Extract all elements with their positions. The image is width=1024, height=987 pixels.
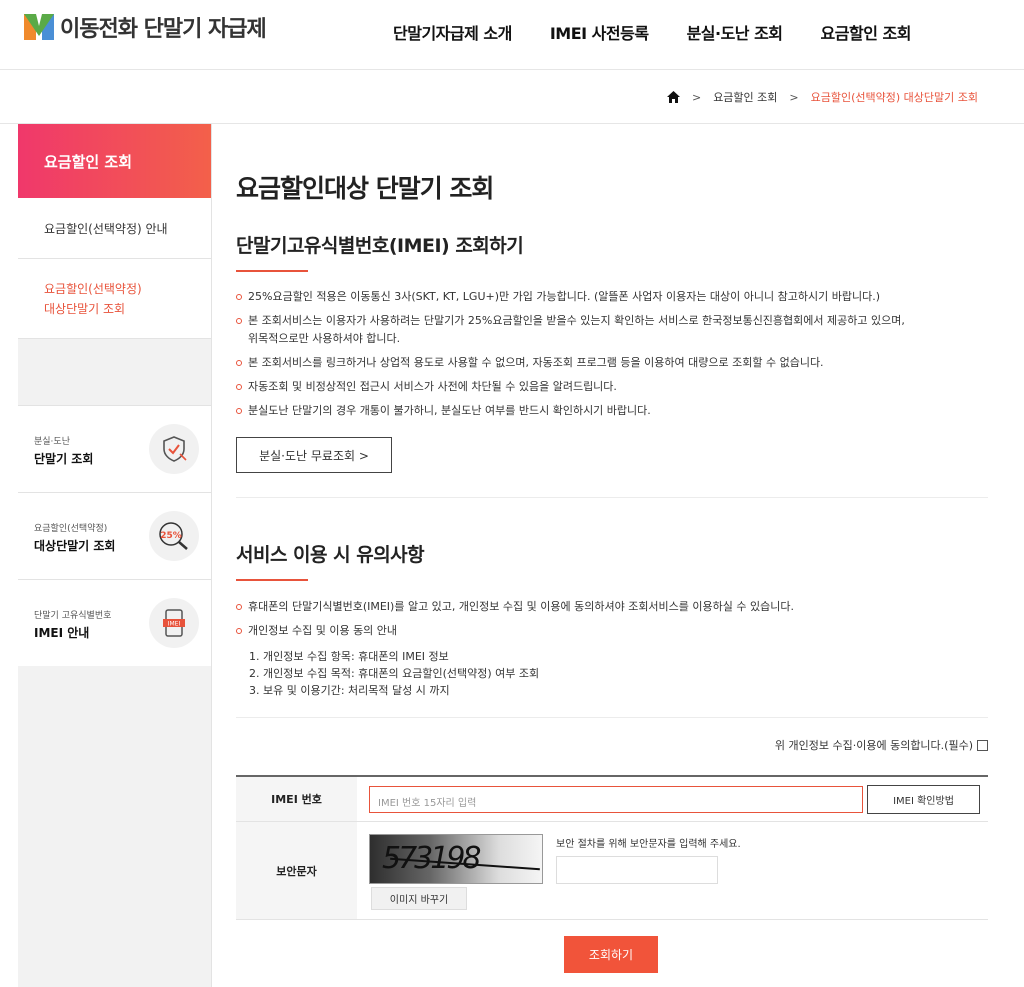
- divider: [236, 717, 988, 718]
- list-item-text: 위목적으로만 사용하셔야 합니다.: [248, 332, 401, 345]
- sidebar: 요금할인 조회 요금할인(선택약정) 안내 요금할인(선택약정) 대상단말기 조…: [18, 124, 212, 987]
- breadcrumb-separator: >: [789, 90, 799, 104]
- submit-button[interactable]: 조회하기: [564, 936, 658, 973]
- quick-link-imei-guide[interactable]: 단말기 고유식별번호 IMEI 안내 IMEI: [18, 579, 211, 666]
- sidebar-item-label: 요금할인(선택약정): [44, 282, 142, 296]
- privacy-agree[interactable]: 위 개인정보 수집·이용에 동의합니다.(필수): [775, 737, 988, 753]
- imei-lookup-form: IMEI 번호 IMEI 번호 15자리 입력 IMEI 확인방법 보안문자 5…: [236, 775, 988, 920]
- section-title-notice: 서비스 이용 시 유의사항: [236, 544, 425, 566]
- list-item: 자동조회 및 비정상적인 접근시 서비스가 사전에 차단될 수 있음을 알려드립…: [236, 378, 988, 396]
- form-row-captcha: 보안문자 573198 이미지 바꾸기 보안 절차를 위해 보안문자를 입력해 …: [236, 822, 988, 920]
- site-header: 이동전화 단말기 자급제 단말기자급제 소개 IMEI 사전등록 분실·도난 조…: [0, 0, 1024, 70]
- privacy-list: 1. 개인정보 수집 항목: 휴대폰의 IMEI 정보 2. 개인정보 수집 목…: [249, 648, 539, 699]
- captcha-note: 보안 절차를 위해 보안문자를 입력해 주세요.: [556, 839, 741, 850]
- captcha-label: 보안문자: [236, 822, 357, 919]
- breadcrumb-separator: >: [691, 90, 702, 104]
- quick-link-lost-stolen[interactable]: 분실·도난 단말기 조회: [18, 405, 211, 492]
- shield-check-icon: [149, 424, 199, 474]
- privacy-agree-checkbox[interactable]: [977, 739, 988, 751]
- divider: [236, 497, 988, 498]
- sidebar-item-target-devices[interactable]: 요금할인(선택약정) 대상단말기 조회: [18, 259, 211, 339]
- breadcrumb: > 요금할인 조회 > 요금할인(선택약정) 대상단말기 조회: [666, 89, 978, 105]
- notice-list: 25%요금할인 적용은 이동통신 3사(SKT, KT, LGU+)만 가입 가…: [236, 288, 988, 426]
- title-underline: [236, 270, 308, 272]
- imei-input[interactable]: IMEI 번호 15자리 입력: [369, 786, 863, 813]
- list-item: 본 조회서비스를 링크하거나 상업적 용도로 사용할 수 없으며, 자동조회 프…: [236, 354, 988, 372]
- form-row-imei: IMEI 번호 IMEI 번호 15자리 입력 IMEI 확인방법: [236, 777, 988, 822]
- list-item-text: 본 조회서비스는 이용자가 사용하려는 단말기가 25%요금할인을 받을수 있는…: [248, 314, 905, 327]
- icon-badge-imei: IMEI: [168, 621, 181, 628]
- logo-text: 이동전화 단말기 자급제: [60, 17, 267, 42]
- list-item: 분실도난 단말기의 경우 개통이 불가하니, 분실도난 여부를 반드시 확인하시…: [236, 402, 988, 420]
- quick-link-discount-devices[interactable]: 요금할인(선택약정) 대상단말기 조회 25%: [18, 492, 211, 579]
- list-item: 25%요금할인 적용은 이동통신 3사(SKT, KT, LGU+)만 가입 가…: [236, 288, 988, 306]
- magnifier-25-icon: 25%: [149, 511, 199, 561]
- nav-discount[interactable]: 요금할인 조회: [821, 20, 912, 44]
- list-item: 2. 개인정보 수집 목적: 휴대폰의 요금할인(선택약정) 여부 조회: [249, 667, 540, 680]
- lost-stolen-check-button[interactable]: 분실·도난 무료조회 >: [236, 437, 392, 473]
- sidebar-heading: 요금할인 조회: [18, 124, 211, 198]
- imei-cell: IMEI 번호 15자리 입력 IMEI 확인방법: [357, 777, 988, 821]
- list-item: 본 조회서비스는 이용자가 사용하려는 단말기가 25%요금할인을 받을수 있는…: [236, 312, 988, 348]
- logo-icon: [24, 14, 54, 40]
- home-icon[interactable]: [666, 91, 680, 103]
- sidebar-item-label: 대상단말기 조회: [44, 302, 126, 316]
- list-item: 개인정보 수집 및 이용 동의 안내: [236, 622, 988, 640]
- breadcrumb-current: 요금할인(선택약정) 대상단말기 조회: [810, 91, 978, 104]
- main-nav: 단말기자급제 소개 IMEI 사전등록 분실·도난 조회 요금할인 조회: [393, 20, 949, 44]
- breadcrumb-item[interactable]: 요금할인 조회: [713, 89, 777, 105]
- section-title-imei: 단말기고유식별번호(IMEI) 조회하기: [236, 235, 524, 257]
- captcha-cell: 573198 이미지 바꾸기 보안 절차를 위해 보안문자를 입력해 주세요.: [357, 822, 988, 919]
- captcha-input[interactable]: [556, 856, 718, 884]
- captcha-refresh-button[interactable]: 이미지 바꾸기: [371, 887, 467, 910]
- title-underline: [236, 579, 308, 581]
- list-item: 3. 보유 및 이용기간: 처리목적 달성 시 까지: [249, 684, 450, 697]
- privacy-agree-label: 위 개인정보 수집·이용에 동의합니다.(필수): [774, 739, 973, 752]
- nav-imei-register[interactable]: IMEI 사전등록: [550, 20, 649, 44]
- list-item: 1. 개인정보 수집 항목: 휴대폰의 IMEI 정보: [249, 650, 449, 663]
- phone-imei-icon: IMEI: [149, 598, 199, 648]
- site-logo[interactable]: 이동전화 단말기 자급제: [22, 10, 267, 44]
- imei-label: IMEI 번호: [236, 777, 357, 821]
- imei-help-button[interactable]: IMEI 확인방법: [867, 785, 980, 814]
- nav-intro[interactable]: 단말기자급제 소개: [393, 20, 512, 44]
- list-item: 휴대폰의 단말기식별번호(IMEI)를 알고 있고, 개인정보 수집 및 이용에…: [236, 598, 988, 616]
- nav-lost-stolen[interactable]: 분실·도난 조회: [687, 20, 783, 44]
- sidebar-item-discount-guide[interactable]: 요금할인(선택약정) 안내: [18, 198, 211, 259]
- usage-notice-list: 휴대폰의 단말기식별번호(IMEI)를 알고 있고, 개인정보 수집 및 이용에…: [236, 598, 988, 646]
- breadcrumb-bar: > 요금할인 조회 > 요금할인(선택약정) 대상단말기 조회: [0, 71, 1024, 124]
- page-title: 요금할인대상 단말기 조회: [236, 174, 494, 203]
- icon-badge-25: 25%: [160, 531, 182, 541]
- captcha-image: 573198: [369, 834, 543, 884]
